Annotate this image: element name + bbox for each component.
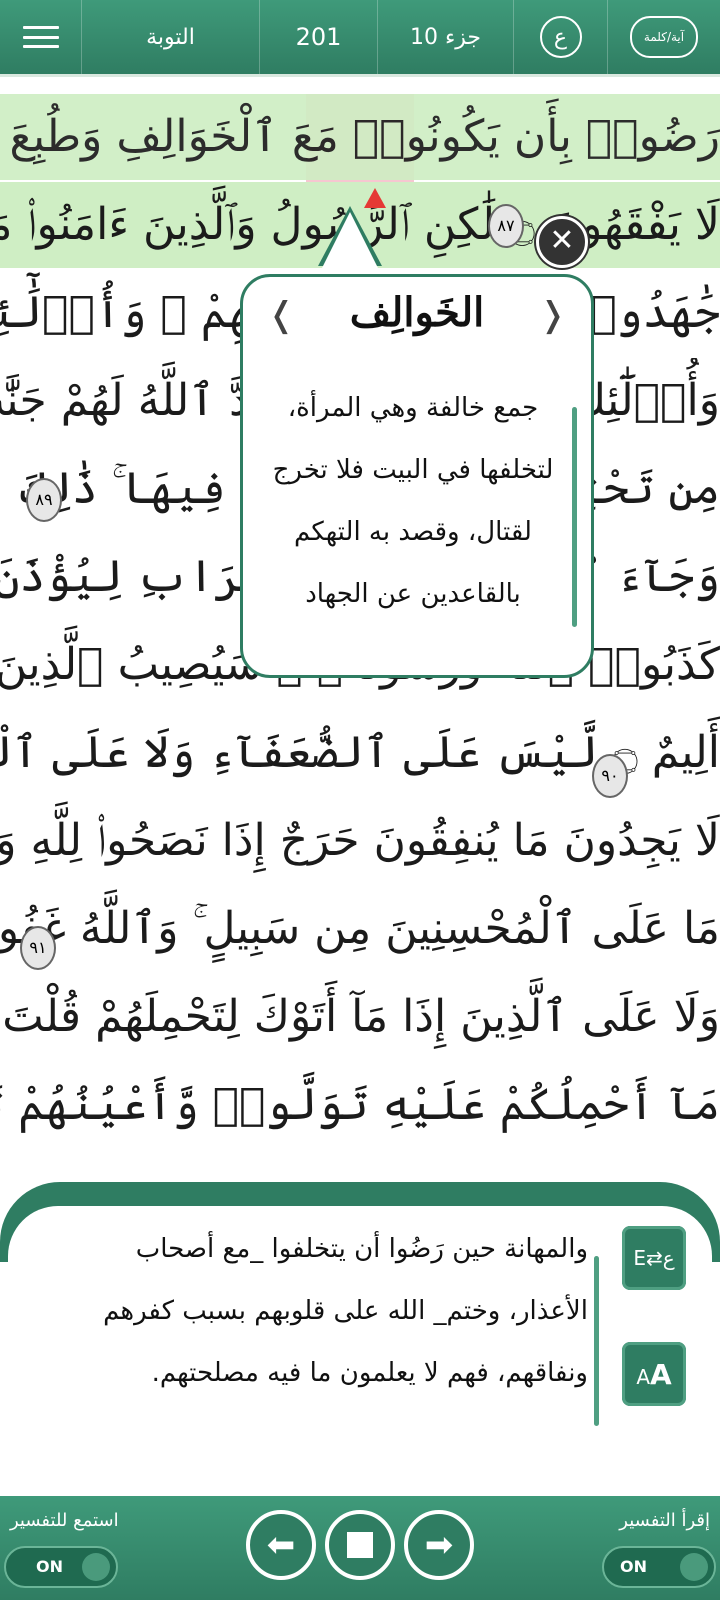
mode-label: آية/كلمة bbox=[630, 16, 698, 58]
word-meaning-popup: ❬ ❭ الخَوالِف جمع خالفة وهي المرأة، لتخل… bbox=[240, 274, 594, 678]
quran-line[interactable]: وَلَا عَلَى ٱلَّذِينَ إِذَا مَآ أَتَوْكَ… bbox=[0, 974, 720, 1060]
popup-definition: جمع خالفة وهي المرأة، لتخلفها في البيت ف… bbox=[272, 393, 554, 609]
listen-tafsir-toggle[interactable]: ON bbox=[4, 1546, 118, 1588]
ayah-word-mode-button[interactable]: آية/كلمة bbox=[608, 0, 720, 74]
surah-name[interactable]: التوبة bbox=[82, 0, 260, 74]
stop-button[interactable] bbox=[325, 1510, 395, 1580]
arrow-left-icon: ⬅ bbox=[266, 1525, 296, 1565]
quran-line[interactable]: مَآ أَحْمِلُكُمْ عَلَيْهِ تَوَلَّوا۟ وَّ… bbox=[0, 1062, 720, 1148]
toggle-knob bbox=[680, 1553, 708, 1581]
font-size-icon: AA bbox=[636, 1357, 672, 1391]
ain-icon: ع bbox=[539, 16, 582, 58]
ayah-number-marker[interactable]: ٩٠ bbox=[592, 754, 628, 798]
quran-line[interactable]: لَا يَجِدُونَ مَا يُنفِقُونَ حَرَجٌ إِذَ… bbox=[0, 798, 720, 884]
hamburger-icon bbox=[22, 26, 59, 48]
tafsir-text: والمهانة حين رَضُوا أن يتخلفوا _مع أصحاب… bbox=[103, 1234, 588, 1388]
listen-toggle-state: ON bbox=[36, 1557, 63, 1576]
selection-marker-icon bbox=[364, 188, 386, 208]
popup-scrollbar[interactable] bbox=[572, 407, 577, 627]
ayah-number-marker[interactable]: ٨٩ bbox=[26, 478, 62, 522]
next-button[interactable]: ➡ bbox=[404, 1510, 474, 1580]
tafsir-scrollbar[interactable] bbox=[594, 1256, 599, 1426]
ayah-number-marker[interactable]: ٨٧ bbox=[488, 204, 524, 248]
read-tafsir-toggle[interactable]: ON bbox=[602, 1546, 716, 1588]
arrow-right-icon: ➡ bbox=[424, 1525, 454, 1565]
translation-button[interactable]: E⇄ع bbox=[622, 1226, 686, 1290]
ain-button[interactable]: ع bbox=[514, 0, 608, 74]
page-number[interactable]: 201 bbox=[260, 0, 378, 74]
toggle-knob bbox=[82, 1553, 110, 1581]
previous-button[interactable]: ⬅ bbox=[246, 1510, 316, 1580]
popup-pointer-fill bbox=[322, 212, 378, 268]
quran-line[interactable]: رَضُوا۟ بِأَن يَكُونُوا۟ مَعَ ٱلْخَوَالِ… bbox=[0, 94, 720, 180]
top-bar: التوبة 201 جزء 10 ع آية/كلمة bbox=[0, 0, 720, 77]
close-popup-button[interactable]: ✕ bbox=[536, 216, 588, 268]
menu-button[interactable] bbox=[0, 0, 82, 74]
ayah-number-marker[interactable]: ٩١ bbox=[20, 926, 56, 970]
popup-title: الخَوالِف bbox=[349, 289, 485, 336]
read-tafsir-label: إقرأ التفسير bbox=[619, 1510, 710, 1531]
juz-label[interactable]: جزء 10 bbox=[378, 0, 514, 74]
read-toggle-state: ON bbox=[620, 1557, 647, 1576]
tafsir-panel-body: والمهانة حين رَضُوا أن يتخلفوا _مع أصحاب… bbox=[8, 1206, 712, 1482]
stop-icon bbox=[347, 1532, 373, 1558]
quran-line[interactable]: مَا عَلَى ٱلْمُحْسِنِينَ مِن سَبِيلٍ ۚ و… bbox=[0, 886, 720, 972]
tafsir-panel: والمهانة حين رَضُوا أن يتخلفوا _مع أصحاب… bbox=[0, 1182, 720, 1482]
translate-icon: E⇄ع bbox=[633, 1246, 675, 1270]
bottom-bar: استمع للتفسير إقرأ التفسير ON ON ⬅ ➡ bbox=[0, 1496, 720, 1600]
font-size-button[interactable]: AA bbox=[622, 1342, 686, 1406]
close-icon: ✕ bbox=[549, 223, 575, 258]
listen-tafsir-label: استمع للتفسير bbox=[10, 1510, 119, 1531]
